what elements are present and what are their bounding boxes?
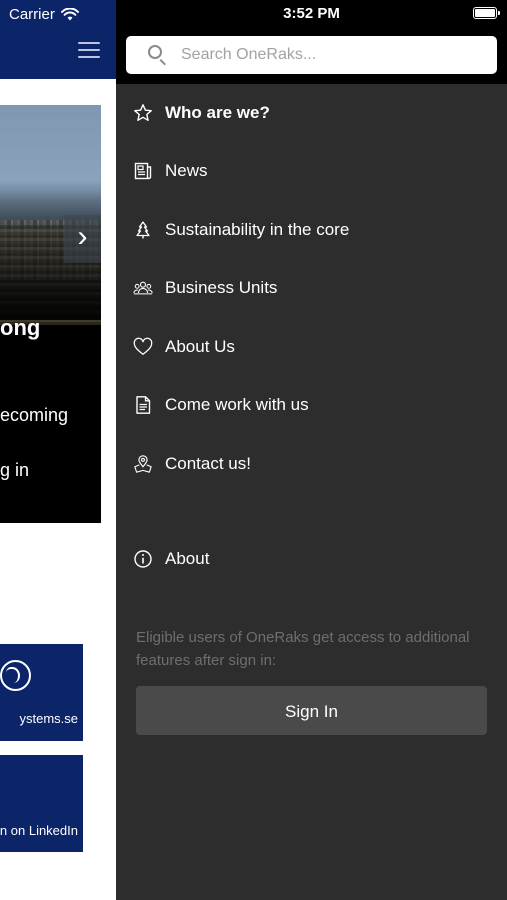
website-link-card[interactable]: ystems.se <box>0 644 83 741</box>
document-icon <box>133 395 153 415</box>
carrier-label: Carrier <box>9 5 55 23</box>
slider-next-chevron-icon[interactable]: › <box>64 215 101 263</box>
hero-text-line: ecoming <box>0 405 69 425</box>
tree-icon <box>133 220 153 240</box>
hamburger-menu-icon[interactable] <box>78 42 100 60</box>
menu-item-label: News <box>165 161 208 180</box>
menu-item-label: Come work with us <box>165 395 309 414</box>
newspaper-icon <box>133 161 153 181</box>
menu-item-news[interactable]: News <box>116 146 507 196</box>
status-bar-right: 3:52 PM <box>116 0 507 28</box>
team-icon <box>133 278 153 298</box>
menu-item-label: Who are we? <box>165 103 270 122</box>
menu-item-who-are-we[interactable]: Who are we? <box>116 88 507 138</box>
info-icon <box>133 549 153 569</box>
hero-headline: ong <box>0 315 41 340</box>
menu-item-careers[interactable]: Come work with us <box>116 380 507 430</box>
menu-item-label: About <box>165 549 210 568</box>
linkedin-link-card[interactable]: n on LinkedIn <box>0 755 83 852</box>
menu-item-contact[interactable]: Contact us! <box>116 439 507 489</box>
status-time: 3:52 PM <box>283 5 340 22</box>
sign-in-info-text: Eligible users of OneRaks get access to … <box>136 629 470 669</box>
map-pin-icon <box>133 454 153 474</box>
sign-in-button[interactable]: Sign In <box>136 686 487 735</box>
search-icon <box>148 45 162 59</box>
menu-item-label: Contact us! <box>165 454 251 473</box>
website-link-label: ystems.se <box>19 711 78 726</box>
menu-item-label: About Us <box>165 337 235 356</box>
menu-item-label: Business Units <box>165 278 278 297</box>
menu-item-about-us[interactable]: About Us <box>116 322 507 372</box>
status-bar-left: Carrier <box>0 0 116 28</box>
hero-slider[interactable]: › ong ecoming g in <box>0 105 101 523</box>
heart-icon <box>133 337 153 357</box>
navigation-drawer: Who are we? News Sustainability in the c… <box>116 0 507 900</box>
search-bar[interactable] <box>126 36 497 74</box>
hero-city-image <box>0 105 101 325</box>
globe-icon <box>0 660 31 691</box>
battery-icon <box>473 7 500 19</box>
menu-item-business-units[interactable]: Business Units <box>116 263 507 313</box>
search-input[interactable] <box>181 36 481 74</box>
menu-item-sustainability[interactable]: Sustainability in the core <box>116 205 507 255</box>
linkedin-link-label: n on LinkedIn <box>0 823 78 838</box>
menu-item-about[interactable]: About <box>116 534 507 584</box>
star-icon <box>133 103 153 123</box>
menu-item-label: Sustainability in the core <box>165 220 350 239</box>
wifi-icon <box>60 7 79 20</box>
hero-text-line: g in <box>0 460 30 480</box>
